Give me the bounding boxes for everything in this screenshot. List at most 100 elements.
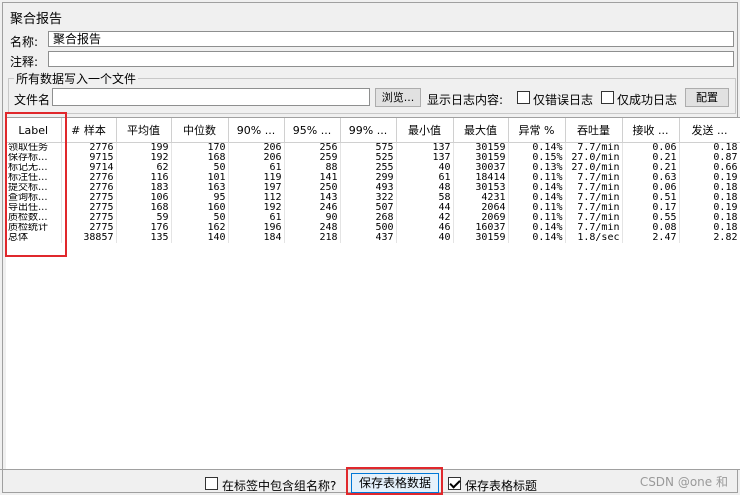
- table-cell: 0.21: [622, 153, 680, 163]
- table-cell: 112: [228, 193, 285, 203]
- table-cell: 7.7/min: [565, 142, 623, 153]
- col-header-p90[interactable]: 90% ...: [228, 118, 285, 143]
- table-cell: 38857: [61, 233, 117, 243]
- save-table-data-button[interactable]: 保存表格数据: [351, 473, 439, 493]
- table-cell: 40: [396, 163, 454, 173]
- table-cell: 9714: [61, 163, 117, 173]
- table-cell: 0.11%: [508, 173, 566, 183]
- col-header-error[interactable]: 异常 %: [508, 118, 566, 143]
- table-cell: 0.14%: [508, 183, 566, 193]
- table-cell: 保存标...: [6, 153, 62, 163]
- table-row[interactable]: 查询标... 2775 106 95 112 143 322 58 4231 0.14% 7.7/m…: [6, 193, 740, 203]
- table-cell: 192: [228, 203, 285, 213]
- errors-only-label: 仅错误日志: [533, 93, 594, 107]
- table-cell: 140: [171, 233, 229, 243]
- table-cell: 50: [171, 213, 229, 223]
- table-cell: 322: [340, 193, 397, 203]
- table-header-row: Label # 样本 平均值 中位数 90% ... 95% ... 99% .…: [6, 118, 740, 143]
- table-cell: 0.63: [622, 173, 680, 183]
- table-row[interactable]: 提交标... 2776 183 163 197 250 493 48 30153 0.14% 7.7…: [6, 183, 740, 193]
- table-cell: 2069: [453, 213, 509, 223]
- table-cell: 507: [340, 203, 397, 213]
- col-header-p95[interactable]: 95% ...: [284, 118, 341, 143]
- aggregate-table[interactable]: Label # 样本 平均值 中位数 90% ... 95% ... 99% .…: [6, 117, 740, 470]
- table-cell: 183: [116, 183, 172, 193]
- table-cell: 137: [396, 142, 454, 153]
- table-cell: 268: [340, 213, 397, 223]
- table-cell: 143: [284, 193, 341, 203]
- col-header-average[interactable]: 平均值: [116, 118, 172, 143]
- table-cell: 95: [171, 193, 229, 203]
- table-cell: 106: [116, 193, 172, 203]
- table-cell: 9715: [61, 153, 117, 163]
- table-cell: 7.7/min: [565, 173, 623, 183]
- save-header-label: 保存表格标题: [465, 479, 538, 493]
- table-row[interactable]: 标记无... 9714 62 50 61 88 255 40 30037 0.13% 27.0/mi…: [6, 163, 740, 173]
- table-cell: 0.51: [622, 193, 680, 203]
- table-cell: 218: [284, 233, 341, 243]
- include-group-checkbox[interactable]: [205, 477, 218, 490]
- col-header-throughput[interactable]: 吞吐量: [565, 118, 623, 143]
- table-cell: 168: [116, 203, 172, 213]
- col-header-sent[interactable]: 发送 ...: [679, 118, 740, 143]
- col-header-min[interactable]: 最小值: [396, 118, 454, 143]
- table-cell: 0.14%: [508, 193, 566, 203]
- table-cell: 160: [171, 203, 229, 213]
- table-row[interactable]: 总体 38857 135 140 184 218 437 40 30159 0.14% 1.8/se…: [6, 233, 740, 243]
- table-cell: 0.87: [679, 153, 740, 163]
- comment-field[interactable]: [48, 51, 734, 67]
- table-cell: 192: [116, 153, 172, 163]
- configure-button[interactable]: 配置: [685, 88, 729, 107]
- table-cell: 0.19: [679, 203, 740, 213]
- col-header-samples[interactable]: # 样本: [61, 118, 117, 143]
- log-content-label: 显示日志内容:: [427, 93, 504, 107]
- filename-field[interactable]: [52, 88, 370, 106]
- table-cell: 437: [340, 233, 397, 243]
- table-cell: 1.8/sec: [565, 233, 623, 243]
- col-header-received[interactable]: 接收 ...: [622, 118, 680, 143]
- table-row[interactable]: 领取任务 2776 199 170 206 256 575 137 30159 0.14% 7.7/…: [6, 142, 740, 153]
- table-row[interactable]: 质检统计 2775 176 162 196 248 500 46 16037 0.14% 7.7/m…: [6, 223, 740, 233]
- table-cell: 259: [284, 153, 341, 163]
- table-cell: 30159: [453, 233, 509, 243]
- table-cell: 0.55: [622, 213, 680, 223]
- table-cell: 206: [228, 153, 285, 163]
- table-cell: 0.19: [679, 173, 740, 183]
- table-row[interactable]: 导出任... 2775 168 160 192 246 507 44 2064 0.11% 7.7/…: [6, 203, 740, 213]
- table-cell: 61: [396, 173, 454, 183]
- browse-button[interactable]: 浏览...: [375, 88, 421, 107]
- table-cell: 30037: [453, 163, 509, 173]
- table-cell: 197: [228, 183, 285, 193]
- table-cell: 2775: [61, 213, 117, 223]
- success-only-checkbox[interactable]: [601, 91, 614, 104]
- table-cell: 0.66: [679, 163, 740, 173]
- table-cell: 27.0/min: [565, 163, 623, 173]
- col-header-median[interactable]: 中位数: [171, 118, 229, 143]
- table-cell: 7.7/min: [565, 193, 623, 203]
- table-cell: 7.7/min: [565, 223, 623, 233]
- table-cell: 44: [396, 203, 454, 213]
- page-title: 聚合报告: [10, 12, 63, 27]
- success-only-label: 仅成功日志: [617, 93, 678, 107]
- table-cell: 2775: [61, 193, 117, 203]
- table-row[interactable]: 质检数... 2775 59 50 61 90 268 42 2069 0.11% 7.7/min 0…: [6, 213, 740, 223]
- name-field[interactable]: 聚合报告: [48, 31, 734, 47]
- table-cell: 导出任...: [6, 203, 62, 213]
- table-cell: 256: [284, 142, 341, 153]
- col-header-label[interactable]: Label: [6, 118, 62, 143]
- table-cell: 168: [171, 153, 229, 163]
- file-group-title: 所有数据写入一个文件: [14, 70, 139, 87]
- table-cell: 88: [284, 163, 341, 173]
- table-cell: 0.18: [679, 213, 740, 223]
- table-cell: 500: [340, 223, 397, 233]
- table-cell: 141: [284, 173, 341, 183]
- table-cell: 40: [396, 233, 454, 243]
- col-header-max[interactable]: 最大值: [453, 118, 509, 143]
- table-row[interactable]: 保存标... 9715 192 168 206 259 525 137 30159 0.15% 27…: [6, 153, 740, 163]
- col-header-p99[interactable]: 99% ...: [340, 118, 397, 143]
- table-row[interactable]: 标注任... 2776 116 101 119 141 299 61 18414 0.11% 7.7…: [6, 173, 740, 183]
- errors-only-checkbox[interactable]: [517, 91, 530, 104]
- table-cell: 46: [396, 223, 454, 233]
- table-cell: 61: [228, 213, 285, 223]
- save-header-checkbox[interactable]: [448, 477, 461, 490]
